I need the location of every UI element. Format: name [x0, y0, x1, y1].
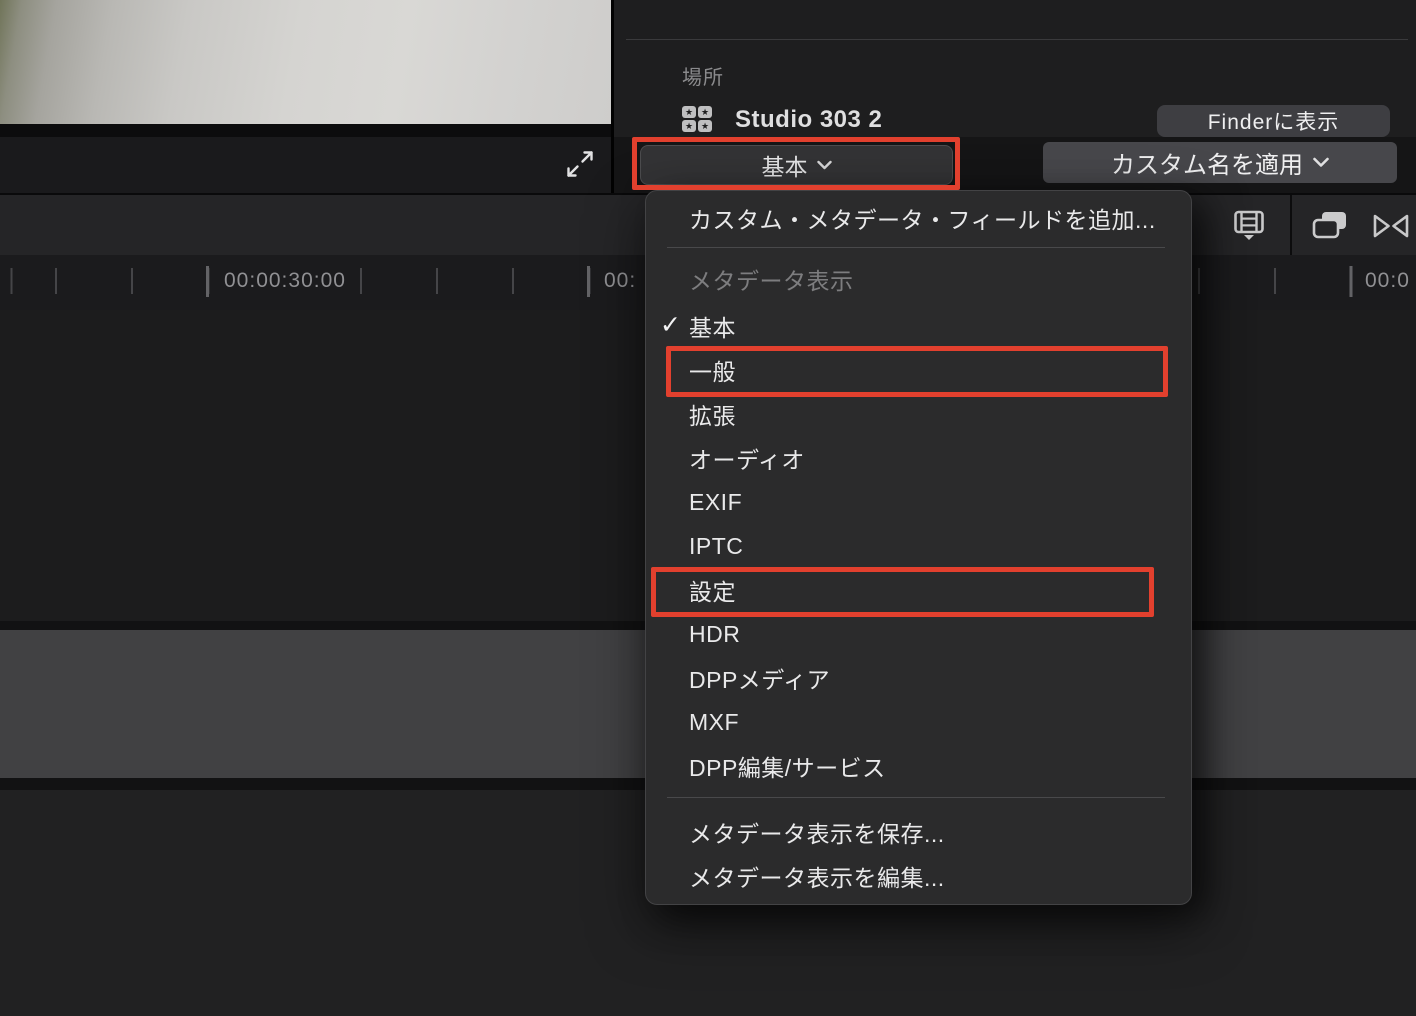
viewer-control-bar	[0, 124, 612, 193]
overlapping-clips-icon[interactable]	[1310, 210, 1350, 242]
menu-item-save-metadata-view[interactable]: メタデータ表示を保存...	[646, 810, 1191, 854]
clip-preview-image	[0, 0, 612, 124]
menu-item-view[interactable]: ✓ 拡張	[646, 392, 1191, 436]
menu-item-label: カスタム・メタデータ・フィールドを追加...	[689, 207, 1156, 233]
menu-item-label: DPP編集/サービス	[689, 755, 886, 781]
metadata-view-menu: カスタム・メタデータ・フィールドを追加... メタデータ表示 ✓ 基本 ✓ 一般…	[645, 190, 1192, 905]
metadata-view-dropdown-label: 基本	[761, 154, 808, 180]
location-label: 場所	[682, 67, 724, 89]
menu-item-label: メタデータ表示を編集...	[689, 865, 945, 891]
menu-item-label: MXF	[689, 708, 740, 735]
grid-of-starred-squares-icon: ★ ★ ★ ★	[682, 106, 714, 134]
menu-section-label: メタデータ表示	[689, 268, 854, 294]
expand-diagonal-arrows-icon	[567, 151, 593, 177]
menu-item-label: オーディオ	[689, 447, 805, 473]
filmstrip-view-icon[interactable]	[1231, 210, 1267, 244]
menu-item-label: 拡張	[689, 403, 736, 429]
timecode-label: 00:00:30:00	[221, 268, 352, 294]
menu-separator	[667, 247, 1165, 248]
menu-item-label: メタデータ表示を保存...	[689, 821, 945, 847]
menu-item-view[interactable]: ✓ オーディオ	[646, 436, 1191, 480]
metadata-view-dropdown-button[interactable]: 基本	[640, 145, 953, 185]
menu-item-add-custom-field[interactable]: カスタム・メタデータ・フィールドを追加...	[646, 197, 1191, 239]
menu-separator	[667, 797, 1165, 798]
chevron-down-icon	[816, 160, 832, 170]
apply-custom-name-button[interactable]: カスタム名を適用	[1043, 142, 1397, 183]
menu-item-label: 設定	[689, 579, 736, 605]
apply-custom-name-label: カスタム名を適用	[1111, 152, 1303, 179]
menu-item-label: IPTC	[689, 532, 744, 559]
check-icon: ✓	[660, 310, 682, 339]
menu-item-view[interactable]: ✓ DPP編集/サービス	[646, 744, 1191, 788]
show-in-finder-button[interactable]: Finderに表示	[1157, 105, 1390, 137]
inspector-separator	[626, 39, 1408, 40]
expand-fullscreen-button[interactable]	[563, 146, 597, 182]
bowtie-icon[interactable]	[1371, 212, 1411, 240]
chevron-down-icon	[1313, 157, 1329, 168]
metadata-bar: 基本 カスタム名を適用	[614, 137, 1416, 193]
menu-item-view[interactable]: ✓ IPTC	[646, 524, 1191, 568]
menu-item-edit-metadata-view[interactable]: メタデータ表示を編集...	[646, 854, 1191, 898]
menu-item-view[interactable]: ✓ 基本	[646, 304, 1191, 348]
menu-item-label: HDR	[689, 620, 741, 647]
toolbar-divider	[1290, 195, 1292, 255]
menu-item-view[interactable]: ✓ HDR	[646, 612, 1191, 656]
menu-item-view[interactable]: ✓ 設定	[646, 567, 1191, 617]
menu-item-view[interactable]: ✓ 一般	[646, 346, 1191, 397]
menu-item-view[interactable]: ✓ EXIF	[646, 480, 1191, 524]
menu-item-label: DPPメディア	[689, 667, 831, 693]
timecode-label: 00:	[601, 268, 643, 294]
timecode-label: 00:0	[1362, 268, 1416, 294]
menu-item-label: EXIF	[689, 488, 743, 515]
menu-item-view[interactable]: ✓ DPPメディア	[646, 656, 1191, 700]
menu-item-label: 基本	[689, 315, 736, 341]
menu-section-header: メタデータ表示	[646, 254, 1191, 304]
menu-item-label: 一般	[689, 359, 736, 385]
metadata-view-list: ✓ 基本 ✓ 一般 ✓ 拡張 ✓ オーディオ ✓ EXIF ✓ IPTC ✓ 設…	[646, 304, 1191, 788]
inspector-pane: 場所 ★ ★ ★ ★ Studio 303 2 Finderに表示	[614, 0, 1416, 137]
viewer-pane	[0, 0, 612, 193]
location-value: Studio 303 2	[735, 106, 883, 133]
menu-item-view[interactable]: ✓ MXF	[646, 700, 1191, 744]
